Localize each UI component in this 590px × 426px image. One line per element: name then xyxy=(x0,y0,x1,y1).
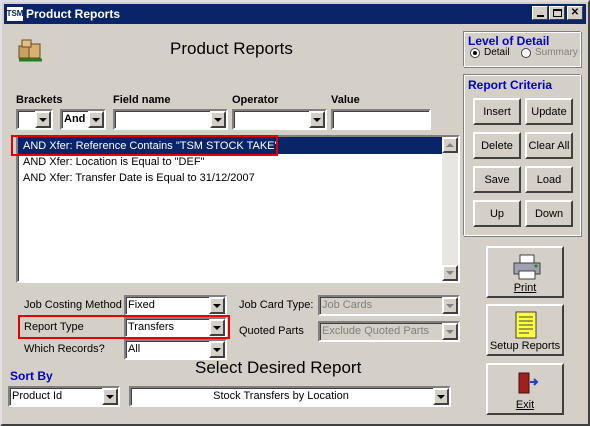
scroll-down-button[interactable] xyxy=(442,265,458,281)
level-of-detail-heading: Level of Detail xyxy=(468,34,550,48)
product-boxes-icon xyxy=(16,36,46,66)
summary-radio[interactable] xyxy=(521,48,531,58)
exit-door-icon xyxy=(515,371,539,397)
minimize-icon xyxy=(536,15,544,17)
exit-label: Exit xyxy=(515,399,535,411)
field-name-select[interactable] xyxy=(113,109,228,130)
report-criteria-heading: Report Criteria xyxy=(468,78,553,92)
load-button[interactable]: Load xyxy=(525,166,573,193)
sort-by-label: Sort By xyxy=(10,369,53,383)
criteria-list[interactable]: AND Xfer: Reference Contains "TSM STOCK … xyxy=(16,135,460,283)
detail-radio-label: Detail xyxy=(484,47,510,58)
page-title: Product Reports xyxy=(170,39,293,58)
scroll-up-button[interactable] xyxy=(442,137,458,153)
criteria-list-item[interactable]: AND Xfer: Location is Equal to "DEF" xyxy=(23,154,204,170)
chevron-down-icon[interactable] xyxy=(35,111,51,128)
window-title: Product Reports xyxy=(26,7,121,21)
brackets-label: Brackets xyxy=(16,94,63,106)
job-card-type-select: Job Cards xyxy=(318,295,460,316)
highlight-annotation-box xyxy=(11,135,278,156)
chevron-down-icon xyxy=(446,271,454,275)
chevron-down-icon[interactable] xyxy=(309,111,325,128)
highlight-annotation-box xyxy=(18,315,230,339)
operator-label: Operator xyxy=(232,94,279,106)
value-label: Value xyxy=(331,94,360,106)
up-button[interactable]: Up xyxy=(473,200,521,227)
minimize-button[interactable] xyxy=(532,6,548,20)
exit-button[interactable]: Exit xyxy=(486,363,564,415)
setup-reports-label: Setup Reports xyxy=(489,340,561,352)
quoted-parts-label: Quoted Parts xyxy=(239,325,304,337)
which-records-select[interactable]: All xyxy=(124,339,227,360)
title-bar[interactable]: TSM Product Reports ✕ xyxy=(4,4,586,24)
chevron-down-icon xyxy=(442,323,458,340)
sort-by-select[interactable]: Product Id xyxy=(8,386,120,407)
close-button[interactable]: ✕ xyxy=(567,6,583,20)
chevron-down-icon xyxy=(442,297,458,314)
job-costing-method-label: Job Costing Method xyxy=(24,299,122,311)
app-icon: TSM xyxy=(7,7,23,21)
product-reports-window: TSM Product Reports ✕ Product Reports Le… xyxy=(0,0,590,426)
chevron-down-icon[interactable] xyxy=(433,388,449,405)
job-costing-method-select[interactable]: Fixed xyxy=(124,295,227,316)
connector-select[interactable]: And xyxy=(60,109,106,130)
chevron-down-icon[interactable] xyxy=(210,111,226,128)
job-card-type-label: Job Card Type: xyxy=(239,299,314,311)
quoted-parts-select: Exclude Quoted Parts xyxy=(318,321,460,342)
chevron-up-icon xyxy=(446,143,454,147)
down-button[interactable]: Down xyxy=(525,200,573,227)
summary-radio-label: Summary xyxy=(535,47,578,58)
close-icon: ✕ xyxy=(570,7,580,18)
value-input[interactable] xyxy=(331,109,431,130)
print-label: Print xyxy=(513,282,537,294)
save-button[interactable]: Save xyxy=(473,166,521,193)
chevron-down-icon[interactable] xyxy=(102,388,118,405)
chevron-down-icon[interactable] xyxy=(88,111,104,128)
chevron-down-icon[interactable] xyxy=(209,297,225,314)
print-button[interactable]: Print xyxy=(486,246,564,298)
open-bracket-select[interactable] xyxy=(16,109,53,130)
setup-document-icon xyxy=(513,311,541,341)
criteria-list-item[interactable]: AND Xfer: Transfer Date is Equal to 31/1… xyxy=(23,170,255,186)
operator-select[interactable] xyxy=(232,109,327,130)
maximize-button[interactable] xyxy=(549,6,565,20)
chevron-down-icon[interactable] xyxy=(209,341,225,358)
printer-icon xyxy=(512,254,542,280)
update-button[interactable]: Update xyxy=(525,98,573,125)
list-scrollbar[interactable] xyxy=(442,137,458,281)
field-name-label: Field name xyxy=(113,94,171,106)
report-select[interactable]: Stock Transfers by Location xyxy=(129,386,451,407)
setup-reports-button[interactable]: Setup Reports xyxy=(486,304,564,356)
clear-all-button[interactable]: Clear All xyxy=(525,132,573,159)
which-records-label: Which Records? xyxy=(24,343,105,355)
select-report-heading: Select Desired Report xyxy=(195,358,362,377)
maximize-icon xyxy=(552,9,562,17)
delete-button[interactable]: Delete xyxy=(473,132,521,159)
detail-radio[interactable] xyxy=(470,48,480,58)
insert-button[interactable]: Insert xyxy=(473,98,521,125)
